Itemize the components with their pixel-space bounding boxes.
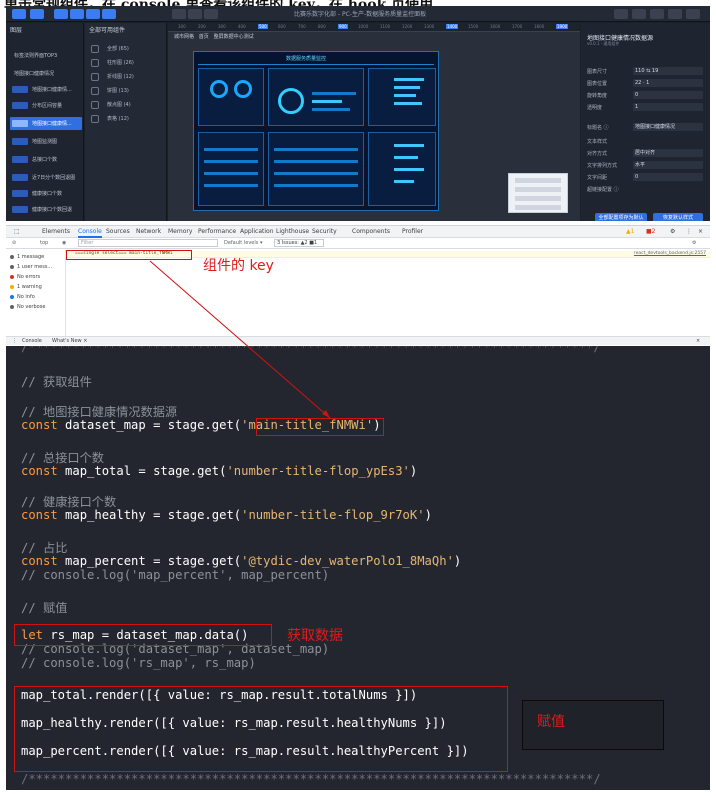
annotation-connector — [149, 260, 331, 419]
assign-annotation: 赋值 — [537, 714, 565, 730]
fetch-highlight-box — [14, 624, 272, 646]
assign-label-box: 赋值 — [522, 700, 664, 750]
fetch-annotation: 获取数据 — [287, 628, 343, 644]
assign-highlight-box — [14, 686, 508, 772]
